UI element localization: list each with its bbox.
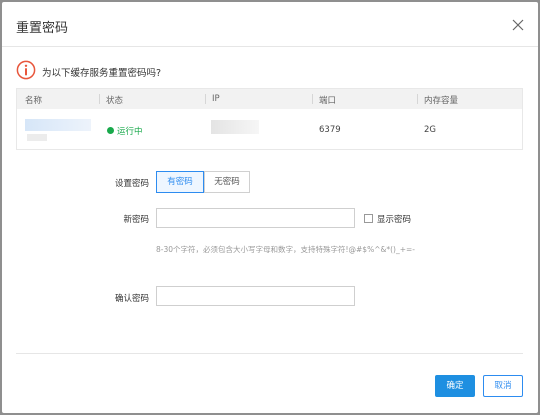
password-setting-label: 设置密码 [114,179,149,189]
cancel-button[interactable]: 取消 [483,375,523,397]
redacted-ip [211,120,259,134]
redacted-instance-name [25,119,91,131]
confirm-password-label: 确认密码 [114,294,149,304]
column-separator [417,94,418,104]
column-header-ip: IP [212,94,220,104]
table-header: 名称 状态 IP 端口 内存容量 [17,89,522,109]
show-password-checkbox[interactable] [364,214,373,223]
show-password-label[interactable]: 显示密码 [377,213,411,225]
column-separator [205,94,206,104]
dialog-title: 重置密码 [16,21,69,36]
column-header-status: 状态 [106,96,124,106]
column-separator [99,94,100,104]
new-password-label: 新密码 [123,215,149,225]
password-hint: 8-30个字符，必须包含大小写字母和数字，支持特殊字符!@#$%^&*()_+=… [156,245,415,254]
new-password-input[interactable] [156,208,355,228]
confirm-button[interactable]: 确定 [435,375,475,397]
confirm-question: 为以下缓存服务重置密码吗? [42,68,162,79]
redacted-instance-id [27,134,47,141]
column-header-memory: 内存容量 [424,96,459,106]
without-password-option[interactable]: 无密码 [204,171,250,193]
reset-password-dialog: 重置密码 为以下缓存服务重置密码吗? 名称 状态 IP 端口 内存容量 运行中 … [2,2,538,413]
status-text: 运行中 [117,127,143,137]
confirm-password-input[interactable] [156,286,355,306]
port-cell: 6379 [319,125,341,135]
with-password-option[interactable]: 有密码 [156,171,204,193]
running-status-dot [107,127,114,134]
close-icon[interactable] [510,17,526,33]
header-divider [2,46,538,47]
warning-circle-icon [16,60,36,80]
instance-table: 名称 状态 IP 端口 内存容量 运行中 6379 2G [16,88,523,150]
column-separator [312,94,313,104]
footer-divider [16,353,523,354]
column-header-port: 端口 [319,96,337,106]
column-header-name: 名称 [25,96,43,106]
memory-cell: 2G [424,125,436,135]
